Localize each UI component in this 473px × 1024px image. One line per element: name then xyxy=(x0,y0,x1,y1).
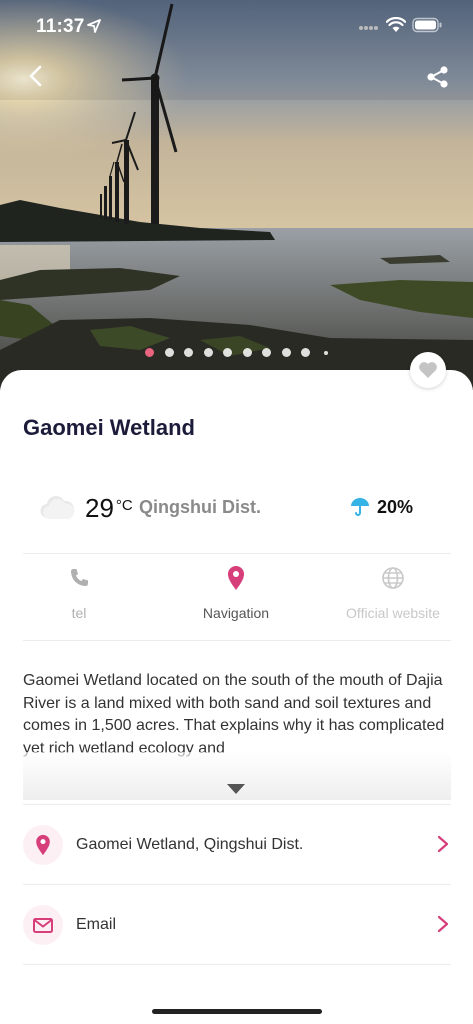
divider xyxy=(23,640,451,641)
globe-icon xyxy=(382,567,404,589)
address-row[interactable]: Gaomei Wetland, Qingshui Dist. xyxy=(23,805,451,885)
wifi-icon xyxy=(386,17,406,32)
divider xyxy=(23,553,451,554)
district-name: Qingshui Dist. xyxy=(139,497,262,517)
back-icon[interactable] xyxy=(22,62,50,90)
cloud-icon xyxy=(40,496,75,520)
mail-icon xyxy=(33,918,53,933)
status-time: 11:37 xyxy=(36,16,85,37)
email-row[interactable]: Email xyxy=(23,885,451,965)
attraction-detail-screen: 11:37 Gaomei Wetland 29 °C Qingshui Dist… xyxy=(0,0,473,1024)
location-arrow-icon xyxy=(87,19,101,33)
carousel-dot[interactable] xyxy=(145,348,154,357)
share-icon[interactable] xyxy=(424,64,452,92)
email-label: Email xyxy=(76,916,117,933)
location-pin-icon xyxy=(36,834,50,856)
battery-icon xyxy=(412,17,442,33)
carousel-dot[interactable] xyxy=(184,348,193,357)
carousel-page-indicator[interactable] xyxy=(0,348,473,360)
carousel-dot[interactable] xyxy=(301,348,310,357)
chevron-right-icon xyxy=(437,835,449,853)
rain-probability: 20% xyxy=(377,497,414,517)
carousel-dot[interactable] xyxy=(323,351,328,355)
tel-label: tel xyxy=(71,605,87,621)
address-label: Gaomei Wetland, Qingshui Dist. xyxy=(76,836,304,853)
photo-carousel[interactable]: 11:37 xyxy=(0,0,473,390)
navigation-label: Navigation xyxy=(202,605,270,621)
cellular-signal-icon xyxy=(359,26,378,30)
address-icon-badge xyxy=(23,825,63,865)
official-website-label: Official website xyxy=(346,605,440,621)
caret-down-icon[interactable] xyxy=(227,784,245,794)
carousel-dot[interactable] xyxy=(164,348,174,357)
wetland-photo xyxy=(0,0,473,390)
carousel-dot[interactable] xyxy=(223,348,232,357)
official-website-button[interactable]: Official website xyxy=(318,565,468,621)
carousel-dot[interactable] xyxy=(203,348,213,357)
divider xyxy=(23,964,451,965)
tel-button[interactable]: tel xyxy=(4,565,154,621)
place-title: Gaomei Wetland xyxy=(23,415,195,440)
weather-panel: 29 °C Qingshui Dist. 20% xyxy=(23,480,451,536)
phone-icon xyxy=(71,569,88,586)
location-pin-icon xyxy=(228,566,244,590)
carousel-dot[interactable] xyxy=(281,348,291,357)
navigation-button[interactable]: Navigation xyxy=(161,565,311,621)
umbrella-icon xyxy=(351,498,369,516)
carousel-dot[interactable] xyxy=(262,348,271,357)
temperature: 29 °C xyxy=(85,493,133,523)
action-bar: tel Navigation Official website xyxy=(0,555,473,640)
chevron-right-icon xyxy=(437,915,449,933)
description-text: Gaomei Wetland located on the south of t… xyxy=(23,672,445,757)
email-icon-badge xyxy=(23,905,63,945)
carousel-dot[interactable] xyxy=(242,348,252,357)
home-indicator[interactable] xyxy=(152,1009,322,1014)
status-bar: 11:37 xyxy=(0,0,473,54)
heart-icon xyxy=(419,362,437,378)
favorite-button[interactable] xyxy=(410,352,446,388)
temperature-unit: °C xyxy=(115,497,133,514)
